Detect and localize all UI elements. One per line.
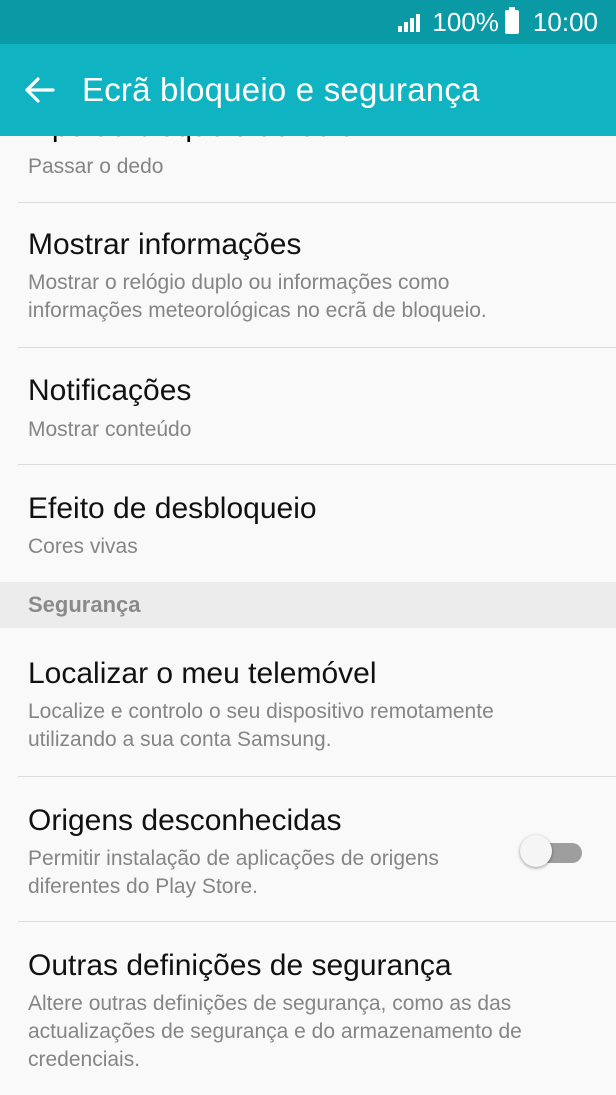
status-time: 10:00 [532, 6, 598, 37]
toggle-knob [520, 835, 552, 867]
list-item-title: Localizar o meu telemóvel [28, 657, 377, 690]
list-item-subtitle: Cores vivas [28, 535, 138, 558]
list-item-title: Notificações [28, 374, 192, 407]
list-item-show-info[interactable]: Mostrar informações Mostrar o relógio du… [0, 203, 616, 348]
list-item-notifications[interactable]: Notificações Mostrar conteúdo [0, 348, 616, 464]
list-item-unlock-effect[interactable]: Efeito de desbloqueio Cores vivas [0, 465, 616, 582]
list-item-title: Efeito de desbloqueio [28, 492, 317, 525]
settings-list: Tipo de bloqueio do ecrã Passar o dedo M… [0, 136, 616, 1095]
list-item-title: Mostrar informações [28, 228, 302, 261]
app-bar: Ecrã bloqueio e segurança [0, 44, 616, 136]
battery-icon [504, 7, 519, 34]
list-item-unknown-sources[interactable]: Origens desconhecidas Permitir instalaçã… [0, 777, 616, 921]
list-item-title: Origens desconhecidas [28, 804, 342, 837]
list-item-lock-type[interactable]: Passar o dedo [0, 136, 616, 202]
unknown-sources-toggle[interactable] [520, 834, 584, 868]
back-arrow-icon [25, 77, 55, 103]
back-button[interactable] [0, 44, 80, 136]
section-title: Segurança [28, 592, 141, 617]
status-bar: 100% 10:00 [0, 0, 616, 44]
list-item-title: Outras definições de segurança [28, 949, 452, 982]
list-item-subtitle: Passar o dedo [28, 155, 164, 178]
list-item-subtitle: Mostrar o relógio duplo ou informações c… [28, 271, 487, 322]
list-item-find-my-mobile[interactable]: Localizar o meu telemóvel Localize e con… [0, 628, 616, 776]
list-item-subtitle: Mostrar conteúdo [28, 418, 192, 441]
signal-icon [398, 12, 421, 32]
page-title: Ecrã bloqueio e segurança [82, 71, 480, 108]
list-item-subtitle: Altere outras definições de segurança, c… [28, 992, 522, 1071]
list-item-other-security-settings[interactable]: Outras definições de segurança Altere ou… [0, 922, 616, 1095]
battery-percent: 100% [432, 6, 499, 37]
section-header-security: Segurança [0, 582, 616, 628]
list-item-subtitle: Permitir instalação de aplicações de ori… [28, 847, 439, 898]
list-item-subtitle: Localize e controlo o seu dispositivo re… [28, 700, 494, 751]
